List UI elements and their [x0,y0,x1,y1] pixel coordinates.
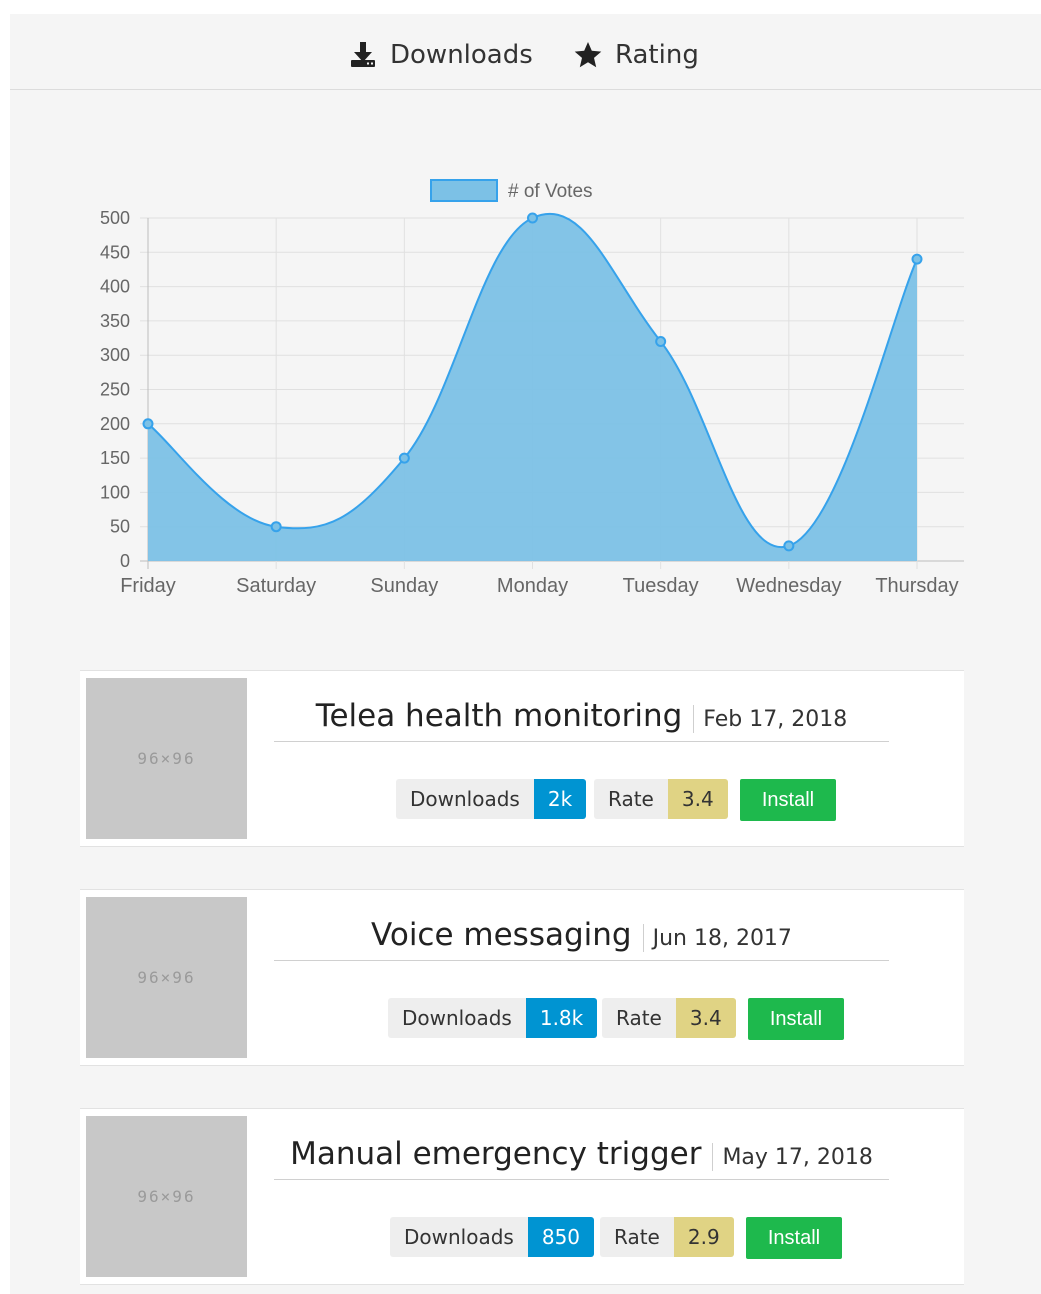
rate-value: 3.4 [667,779,728,819]
downloads-label: Downloads [396,779,534,819]
app-card: 96×96 Voice messaging Jun 18, 2017 Downl… [80,889,964,1066]
downloads-count: 1.8k [525,998,598,1038]
y-tick-label: 50 [110,517,130,537]
x-tick-label: Friday [120,575,176,597]
y-tick-label: 350 [100,311,130,331]
install-button[interactable]: Install [746,1217,842,1259]
x-tick-label: Saturday [236,575,316,597]
y-tick-label: 0 [120,551,130,571]
title-divider [693,705,695,733]
y-tick-label: 500 [100,208,130,228]
y-tick-label: 250 [100,380,130,400]
data-point[interactable] [655,335,667,347]
chart-svg: 0 50 100 150 200 250 300 350 400 450 500 Friday Satu… [100,179,964,597]
y-tick-label: 400 [100,277,130,297]
rate-label: Rate [602,998,676,1038]
title-divider [642,924,644,952]
y-tick-label: 300 [100,345,130,365]
app-header: Telea health monitoring Feb 17, 2018 [274,697,889,742]
x-tick-label: Thursday [875,575,958,597]
y-tick-label: 150 [100,448,130,468]
downloads-badge: Downloads 1.8k [388,998,598,1038]
app-date: Feb 17, 2018 [703,707,848,732]
y-tick-label: 200 [100,414,130,434]
data-point[interactable] [911,253,923,265]
rate-badge: Rate 3.4 [594,779,728,819]
x-tick-label: Tuesday [623,575,699,597]
app-date: May 17, 2018 [722,1145,873,1170]
legend-swatch[interactable] [430,179,498,202]
downloads-label: Downloads [388,998,526,1038]
app-thumbnail: 96×96 [86,897,247,1058]
page: Downloads Rating 0 50 100 150 200 250 300 350 40… [10,14,1041,1294]
app-title: Manual emergency trigger [290,1136,702,1172]
downloads-count: 850 [527,1217,595,1257]
app-thumbnail: 96×96 [86,1116,247,1277]
data-point[interactable] [783,540,795,552]
y-tick-label: 100 [100,482,130,502]
x-tick-label: Sunday [370,575,438,597]
votes-chart: 0 50 100 150 200 250 300 350 400 450 500 Friday Satu… [10,14,1041,654]
app-title: Voice messaging [371,917,632,953]
downloads-badge: Downloads 2k [396,779,587,819]
data-point[interactable] [142,418,154,430]
rate-label: Rate [600,1217,674,1257]
rate-value: 2.9 [673,1217,734,1257]
downloads-badge: Downloads 850 [390,1217,595,1257]
series-area [148,213,917,562]
app-card: 96×96 Telea health monitoring Feb 17, 20… [80,670,964,847]
legend-label: # of Votes [508,181,593,202]
y-tick-label: 450 [100,242,130,262]
rate-badge: Rate 3.4 [602,998,736,1038]
rate-badge: Rate 2.9 [600,1217,734,1257]
data-point[interactable] [398,452,410,464]
downloads-label: Downloads [390,1217,528,1257]
app-thumbnail: 96×96 [86,678,247,839]
app-card: 96×96 Manual emergency trigger May 17, 2… [80,1108,964,1285]
rate-value: 3.4 [675,998,736,1038]
title-divider [712,1143,714,1171]
install-button[interactable]: Install [748,998,844,1040]
app-title: Telea health monitoring [315,698,683,734]
downloads-count: 2k [533,779,587,819]
x-tick-label: Wednesday [736,575,841,597]
data-point[interactable] [270,521,282,533]
install-button[interactable]: Install [740,779,836,821]
rate-label: Rate [594,779,668,819]
app-header: Voice messaging Jun 18, 2017 [274,916,889,961]
app-date: Jun 18, 2017 [652,926,792,951]
data-point[interactable] [527,212,538,224]
x-tick-label: Monday [497,575,568,597]
app-header: Manual emergency trigger May 17, 2018 [274,1135,889,1180]
